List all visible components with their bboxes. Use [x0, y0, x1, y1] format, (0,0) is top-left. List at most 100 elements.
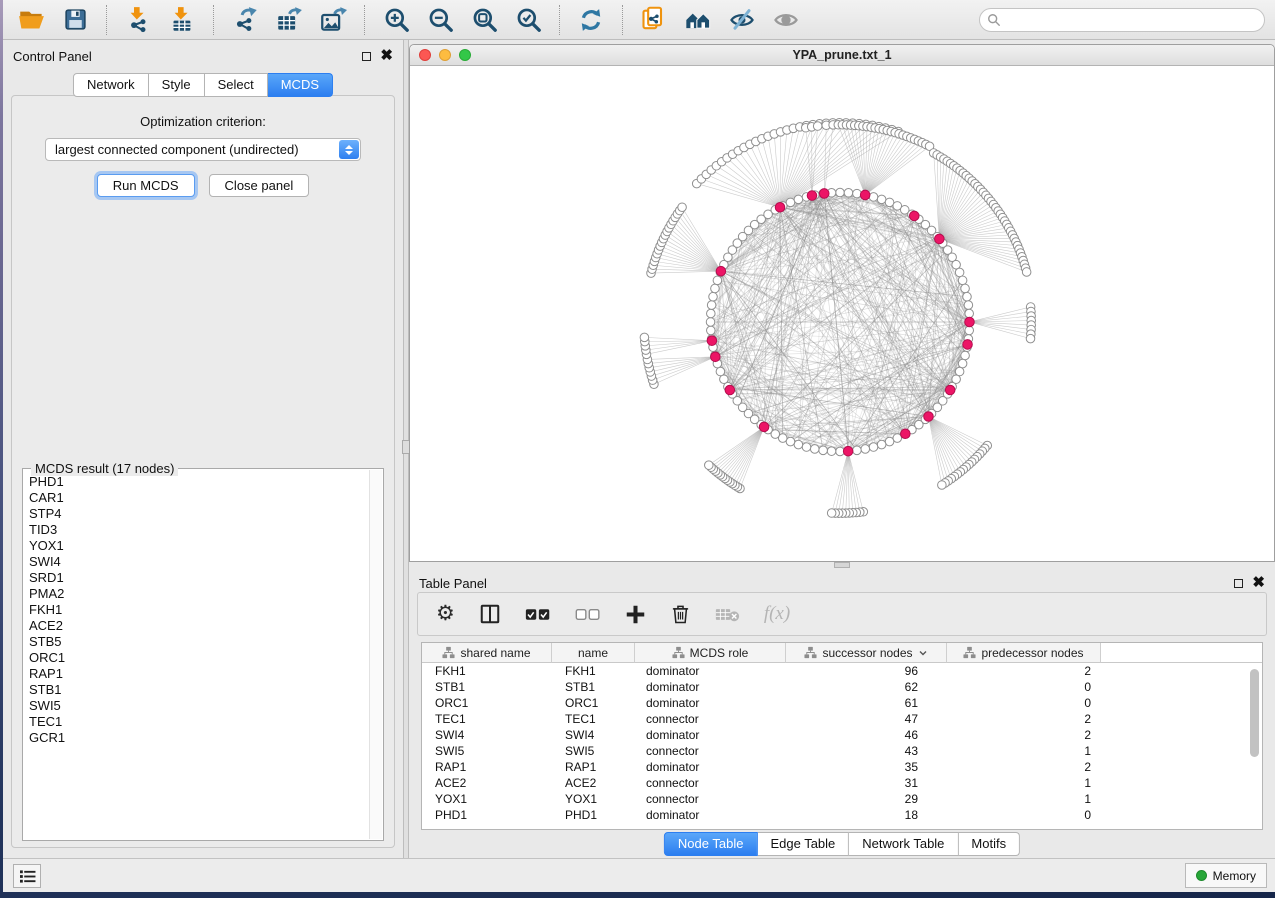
mcds-result-item[interactable]: SRD1 — [29, 570, 368, 586]
import-table-button[interactable] — [160, 3, 204, 37]
gear-icon[interactable]: ⚙ — [436, 604, 455, 624]
mcds-result-item[interactable]: FKH1 — [29, 602, 368, 618]
mcds-result-item[interactable]: TEC1 — [29, 714, 368, 730]
table-panel: Table Panel ✖ ⚙ — [409, 568, 1275, 858]
export-table-button[interactable] — [267, 3, 311, 37]
mcds-result-item[interactable]: YOX1 — [29, 538, 368, 554]
mcds-result-item[interactable]: RAP1 — [29, 666, 368, 682]
close-panel-button[interactable]: Close panel — [209, 174, 310, 197]
mcds-result-item[interactable]: SWI5 — [29, 698, 368, 714]
first-neighbors-button[interactable] — [676, 3, 720, 37]
show-hidden-button[interactable] — [764, 3, 808, 37]
table-scrollbar[interactable] — [1249, 665, 1260, 825]
table-row[interactable]: ORC1ORC1dominator610 — [422, 695, 1262, 711]
tab-node-table[interactable]: Node Table — [664, 832, 758, 856]
mcds-result-item[interactable]: STP4 — [29, 506, 368, 522]
network-window-titlebar: YPA_prune.txt_1 — [410, 45, 1274, 66]
select-all-columns-icon[interactable] — [525, 607, 551, 622]
table-cell: FKH1 — [422, 664, 552, 678]
zoom-in-button[interactable] — [374, 3, 418, 37]
zoom-out-button[interactable] — [418, 3, 462, 37]
table-row[interactable]: SWI4SWI4dominator462 — [422, 727, 1262, 743]
status-bar: Memory — [3, 858, 1275, 892]
application-window: Control Panel ✖ NetworkStyleSelectMCDS O… — [3, 0, 1275, 892]
criterion-dropdown-value: largest connected component (undirected) — [55, 142, 299, 157]
mcds-result-item[interactable]: ACE2 — [29, 618, 368, 634]
table-cell: 1 — [947, 792, 1101, 806]
table-row[interactable]: STB1STB1dominator620 — [422, 679, 1262, 695]
table-row[interactable]: FKH1FKH1dominator962 — [422, 663, 1262, 679]
mcds-result-list[interactable]: PHD1CAR1STP4TID3YOX1SWI4SRD1PMA2FKH1ACE2… — [24, 470, 368, 839]
memory-button[interactable]: Memory — [1185, 863, 1267, 888]
float-panel-icon[interactable] — [1234, 579, 1243, 588]
export-image-button[interactable] — [311, 3, 355, 37]
mcds-result-item[interactable]: STB1 — [29, 682, 368, 698]
close-panel-icon[interactable]: ✖ — [380, 51, 393, 61]
open-folder-icon — [18, 6, 45, 33]
toolbar-separator — [622, 5, 623, 35]
float-panel-icon[interactable] — [362, 52, 371, 61]
table-row[interactable]: YOX1YOX1connector291 — [422, 791, 1262, 807]
table-row[interactable]: SWI5SWI5connector431 — [422, 743, 1262, 759]
table-cell: 61 — [786, 696, 947, 710]
table-scrollbar-thumb[interactable] — [1250, 669, 1259, 757]
save-session-button[interactable] — [53, 3, 97, 37]
task-history-button[interactable] — [13, 864, 41, 888]
table-cell: TEC1 — [422, 712, 552, 726]
export-image-icon — [320, 6, 347, 33]
refresh-layout-button[interactable] — [569, 3, 613, 37]
open-folder-button[interactable] — [9, 3, 53, 37]
mcds-result-item[interactable]: STB5 — [29, 634, 368, 650]
mcds-result-item[interactable]: PMA2 — [29, 586, 368, 602]
table-cell: 2 — [947, 760, 1101, 774]
trash-icon[interactable] — [670, 603, 691, 625]
table-row[interactable]: RAP1RAP1dominator352 — [422, 759, 1262, 775]
tab-select[interactable]: Select — [205, 73, 268, 97]
table-row[interactable]: TEC1TEC1connector472 — [422, 711, 1262, 727]
show-hidden-icon — [772, 6, 800, 34]
mcds-result-item[interactable]: SWI4 — [29, 554, 368, 570]
tab-network[interactable]: Network — [73, 73, 149, 97]
add-icon[interactable] — [625, 604, 646, 625]
unselect-all-columns-icon[interactable] — [575, 607, 601, 622]
tab-mcds[interactable]: MCDS — [268, 73, 333, 97]
delete-table-icon[interactable] — [715, 606, 740, 623]
hide-selected-button[interactable] — [720, 3, 764, 37]
show-columns-icon[interactable] — [479, 603, 501, 625]
mcds-result-item[interactable]: TID3 — [29, 522, 368, 538]
column-header-predecessor-nodes[interactable]: predecessor nodes — [947, 643, 1101, 663]
table-cell: ACE2 — [552, 776, 635, 790]
mcds-result-item[interactable]: GCR1 — [29, 730, 368, 746]
zoom-fit-button[interactable] — [462, 3, 506, 37]
column-header-name[interactable]: name — [552, 643, 635, 663]
column-header-successor-nodes[interactable]: successor nodes — [786, 643, 947, 663]
search-input[interactable] — [1001, 13, 1264, 27]
import-network-button[interactable] — [116, 3, 160, 37]
tab-motifs[interactable]: Motifs — [958, 832, 1020, 856]
search-field[interactable] — [979, 8, 1265, 32]
table-cell: dominator — [635, 664, 786, 678]
table-toolbar: ⚙ — [417, 592, 1267, 636]
table-row[interactable]: ACE2ACE2connector311 — [422, 775, 1262, 791]
zoom-selected-button[interactable] — [506, 3, 550, 37]
close-panel-icon[interactable]: ✖ — [1252, 578, 1265, 588]
run-mcds-button[interactable]: Run MCDS — [97, 174, 195, 197]
network-canvas[interactable] — [410, 67, 1274, 561]
column-header-MCDS-role[interactable]: MCDS role — [635, 643, 786, 663]
tab-style[interactable]: Style — [149, 73, 205, 97]
tab-edge-table[interactable]: Edge Table — [757, 832, 849, 856]
toolbar-separator — [559, 5, 560, 35]
mcds-list-scrollbar[interactable] — [369, 470, 382, 839]
network-from-selection-button[interactable] — [632, 3, 676, 37]
function-builder-icon[interactable]: f(x) — [764, 603, 790, 625]
main-toolbar — [3, 0, 1275, 40]
mcds-result-item[interactable]: ORC1 — [29, 650, 368, 666]
mcds-result-item[interactable]: PHD1 — [29, 474, 368, 490]
mcds-result-item[interactable]: CAR1 — [29, 490, 368, 506]
criterion-dropdown[interactable]: largest connected component (undirected) — [45, 138, 361, 161]
memory-label: Memory — [1213, 869, 1256, 883]
column-header-shared-name[interactable]: shared name — [422, 643, 552, 663]
tab-network-table[interactable]: Network Table — [849, 832, 958, 856]
table-row[interactable]: PHD1PHD1dominator180 — [422, 807, 1262, 823]
export-network-button[interactable] — [223, 3, 267, 37]
